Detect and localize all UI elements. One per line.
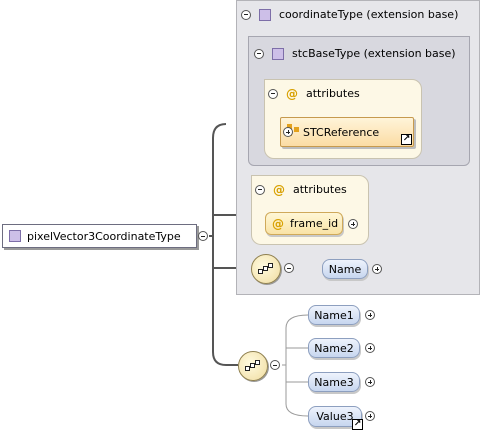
stc-reference-group[interactable]: STCReference ↗ <box>280 117 414 147</box>
expand-icon[interactable] <box>365 377 375 387</box>
sequence-icon <box>245 360 261 372</box>
stc-attributes-title: attributes <box>306 87 360 100</box>
stc-base-type-header: stcBaseType (extension base) <box>254 47 456 60</box>
complex-type-icon <box>272 47 284 60</box>
expand-icon[interactable] <box>365 310 375 320</box>
at-sign-icon: @ <box>286 86 298 101</box>
coordinate-type-header: coordinateType (extension base) <box>241 8 458 21</box>
collapse-icon[interactable] <box>270 360 280 370</box>
root-type-label: pixelVector3CoordinateType <box>27 229 181 243</box>
name-label: Name <box>328 262 362 276</box>
expand-icon[interactable] <box>365 343 375 353</box>
collapse-icon[interactable] <box>198 231 208 241</box>
reference-arrow-icon: ↗ <box>352 419 363 430</box>
coordinate-attributes-title: attributes <box>293 183 347 196</box>
coordinate-type-title: coordinateType (extension base) <box>279 8 459 21</box>
complex-type-icon <box>259 8 271 21</box>
frame-id-label: frame_id <box>290 217 339 230</box>
name3-label: Name3 <box>314 375 354 389</box>
collapse-icon[interactable] <box>255 184 265 195</box>
collapse-icon[interactable] <box>268 88 278 99</box>
element-name2[interactable]: Name2 <box>308 338 360 358</box>
at-sign-icon: @ <box>272 216 284 231</box>
stc-base-type-title: stcBaseType (extension base) <box>292 47 456 60</box>
complex-type-icon <box>9 230 21 242</box>
stc-reference-label: STCReference <box>303 125 380 139</box>
sequence-compositor[interactable] <box>251 254 281 284</box>
attribute-frame-id[interactable]: @ frame_id <box>265 212 343 235</box>
name1-label: Name1 <box>314 308 354 322</box>
sequence-compositor[interactable] <box>238 351 268 381</box>
expand-icon[interactable] <box>348 219 358 229</box>
root-type-node[interactable]: pixelVector3CoordinateType <box>2 224 197 248</box>
at-sign-icon: @ <box>273 182 285 197</box>
expand-icon[interactable] <box>283 127 293 137</box>
element-value3[interactable]: Value3 ↗ <box>308 406 363 430</box>
coordinate-attributes-header: @ attributes <box>255 183 347 196</box>
reference-arrow-icon: ↗ <box>401 134 412 145</box>
expand-icon[interactable] <box>372 264 382 274</box>
name2-label: Name2 <box>314 341 354 355</box>
collapse-icon[interactable] <box>284 263 294 273</box>
element-name[interactable]: Name <box>322 259 368 279</box>
expand-icon[interactable] <box>365 411 375 421</box>
element-name3[interactable]: Name3 <box>308 372 360 392</box>
value3-label: Value3 <box>316 410 354 423</box>
collapse-icon[interactable] <box>241 9 251 20</box>
stc-attributes-header: @ attributes <box>268 87 360 100</box>
sequence-icon <box>258 263 274 275</box>
collapse-icon[interactable] <box>254 48 264 59</box>
element-name1[interactable]: Name1 <box>308 305 360 325</box>
